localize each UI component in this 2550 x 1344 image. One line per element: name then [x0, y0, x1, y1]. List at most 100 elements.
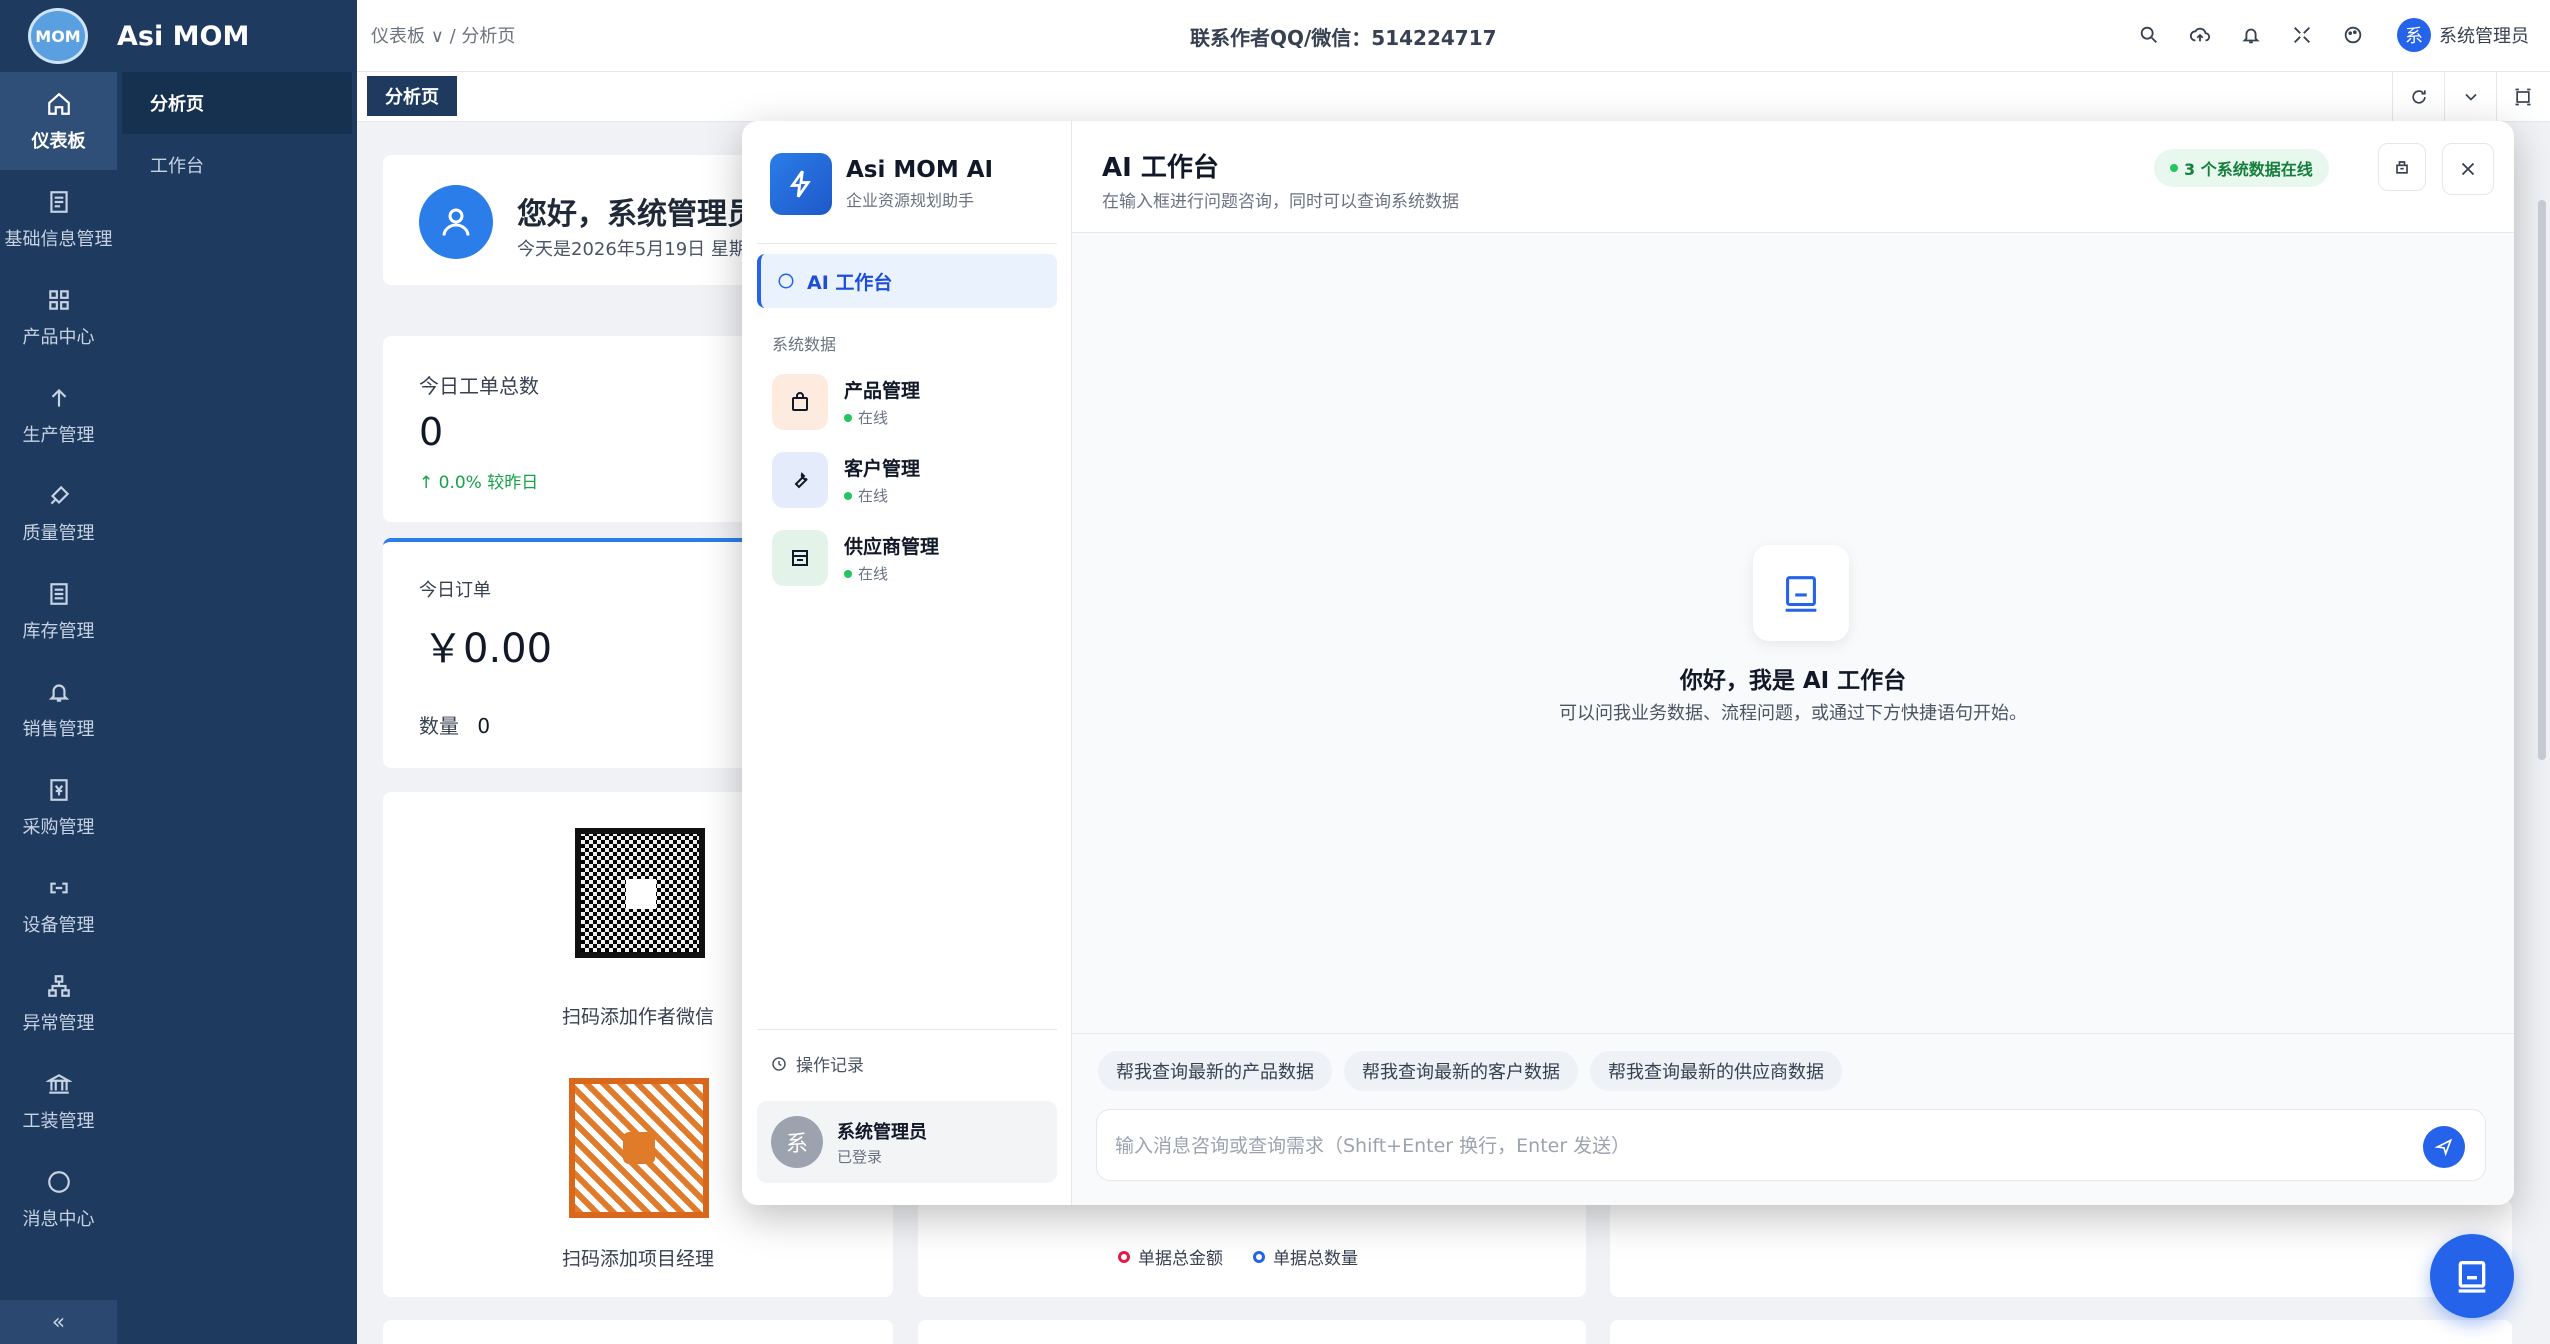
legend-marker	[1253, 1250, 1265, 1263]
stat-label: 今日订单	[419, 580, 491, 601]
rail-item-label: 采购管理	[22, 817, 95, 838]
link-icon	[44, 873, 74, 903]
submenu-item-analysis[interactable]: 分析页	[122, 72, 352, 134]
clear-chat-button[interactable]	[2378, 143, 2426, 191]
stat-value: 0	[419, 410, 444, 454]
tab-analysis[interactable]: 分析页	[367, 76, 457, 116]
maximize-icon[interactable]	[2496, 72, 2548, 122]
submenu-item-workbench[interactable]: 工作台	[122, 134, 352, 196]
legend-marker	[1118, 1250, 1130, 1263]
history-label: 操作记录	[796, 1056, 864, 1076]
ai-assistant-fab[interactable]	[2430, 1234, 2514, 1318]
store-icon	[772, 530, 828, 586]
status-text: 在线	[858, 487, 889, 505]
tree-icon	[44, 971, 74, 1001]
rail-item-production[interactable]: 生产管理	[0, 366, 117, 464]
quick-prompt-products[interactable]: 帮我查询最新的产品数据	[1098, 1051, 1332, 1091]
system-supplier[interactable]: 供应商管理 在线	[772, 527, 1052, 589]
rail-item-equipment[interactable]: 设备管理	[0, 856, 117, 954]
workbench-desc: 在输入框进行问题咨询，同时可以查询系统数据	[1102, 192, 1459, 212]
search-icon[interactable]	[2134, 20, 2164, 50]
bell-icon	[44, 677, 74, 707]
list-icon	[44, 579, 74, 609]
rail-item-basic-info[interactable]: 基础信息管理	[0, 170, 117, 268]
rail-item-tooling[interactable]: 工装管理	[0, 1052, 117, 1150]
rail-item-quality[interactable]: 质量管理	[0, 464, 117, 562]
system-customer[interactable]: 客户管理 在线	[772, 449, 1052, 511]
rail-item-label: 设备管理	[22, 915, 95, 936]
welcome-subtitle: 可以问我业务数据、流程问题，或通过下方快捷语句开始。	[1559, 703, 2027, 724]
assistant-header: AI 工作台 在输入框进行问题咨询，同时可以查询系统数据 3 个系统数据在线	[1072, 121, 2514, 233]
rail-item-dashboard[interactable]: 仪表板	[0, 72, 117, 170]
bank-icon	[44, 1069, 74, 1099]
assistant-subtitle: 企业资源规划助手	[846, 191, 975, 210]
chat-icon	[778, 273, 794, 289]
assistant-user-card[interactable]: 系 系统管理员 已登录	[757, 1101, 1057, 1183]
send-icon	[2434, 1138, 2453, 1157]
system-status: 在线	[844, 407, 920, 428]
status-text: 在线	[858, 409, 889, 427]
assistant-name: Asi MOM AI	[846, 157, 994, 183]
history-link[interactable]: 操作记录	[770, 1051, 864, 1076]
assistant-main: AI 工作台 在输入框进行问题咨询，同时可以查询系统数据 3 个系统数据在线 你…	[1072, 121, 2514, 1205]
page-scrollbar[interactable]	[2538, 200, 2546, 760]
online-dot	[844, 569, 852, 578]
rail-item-label: 工装管理	[22, 1111, 95, 1132]
home-icon	[44, 89, 74, 119]
breadcrumb[interactable]: 仪表板 ∨ / 分析页	[371, 22, 515, 48]
rail-item-products[interactable]: 产品中心	[0, 268, 117, 366]
qty-value: 0	[477, 714, 491, 738]
system-name: 客户管理	[844, 458, 921, 480]
logo-area: MOM	[0, 0, 117, 72]
yen-icon	[44, 775, 74, 805]
welcome-title: 你好，我是 AI 工作台	[1679, 668, 1907, 694]
badge-text: 3 个系统数据在线	[2184, 160, 2313, 179]
workbench-title: AI 工作台	[1102, 153, 1219, 183]
cloud-upload-icon[interactable]	[2185, 20, 2215, 50]
legend-item[interactable]: 单据总数量	[1273, 1244, 1358, 1269]
palette-icon[interactable]	[2338, 20, 2368, 50]
refresh-icon[interactable]	[2392, 72, 2444, 122]
status-text: 在线	[858, 565, 889, 583]
assistant-brand: Asi MOM AI 企业资源规划助手	[770, 153, 993, 215]
online-dot	[2170, 164, 2178, 172]
rail-item-purchase[interactable]: 采购管理	[0, 758, 117, 856]
close-icon	[2461, 162, 2475, 176]
chat-icon	[44, 1167, 74, 1197]
quick-prompt-customers[interactable]: 帮我查询最新的客户数据	[1344, 1051, 1578, 1091]
qty-label: 数量	[419, 714, 459, 738]
bell-icon[interactable]	[2236, 20, 2266, 50]
user-name: 系统管理员	[2439, 26, 2529, 47]
rail-item-label: 仪表板	[31, 131, 86, 152]
legend-item[interactable]: 单据总金额	[1138, 1244, 1223, 1269]
send-button[interactable]	[2423, 1126, 2465, 1168]
user-state: 已登录	[837, 1147, 883, 1166]
brand-text: Asi MOM	[117, 20, 250, 52]
user-menu[interactable]: 系 系统管理员	[2397, 18, 2529, 52]
quick-prompt-suppliers[interactable]: 帮我查询最新的供应商数据	[1590, 1051, 1842, 1091]
online-dot	[844, 413, 852, 422]
app-logo[interactable]: MOM	[28, 8, 88, 64]
submenu-panel: Asi MOM 分析页 工作台	[117, 0, 357, 1344]
rail-item-messages[interactable]: 消息中心	[0, 1150, 117, 1248]
rail-item-inventory[interactable]: 库存管理	[0, 562, 117, 660]
top-bar: 仪表板 ∨ / 分析页 联系作者QQ/微信：514224717 系 系统管理员	[357, 0, 2550, 72]
rail-item-exceptions[interactable]: 异常管理	[0, 954, 117, 1052]
online-badge: 3 个系统数据在线	[2154, 149, 2329, 187]
fullscreen-icon[interactable]	[2287, 20, 2317, 50]
rail-item-sales[interactable]: 销售管理	[0, 660, 117, 758]
nav-ai-workbench[interactable]: AI 工作台	[757, 254, 1057, 308]
arrow-up-icon	[44, 383, 74, 413]
chat-input[interactable]	[1115, 1128, 2395, 1164]
user-name: 系统管理员	[837, 1121, 927, 1143]
section-label: 系统数据	[772, 335, 837, 354]
date-text: 今天是2026年5月19日 星期	[517, 239, 747, 260]
brand-title: Asi MOM	[117, 0, 357, 72]
broom-icon	[2396, 161, 2408, 174]
system-product[interactable]: 产品管理 在线	[772, 371, 1052, 433]
user-icon	[419, 185, 493, 259]
collapse-sidebar-button[interactable]: «	[0, 1300, 117, 1344]
order-amount: ￥0.00	[423, 626, 553, 672]
chevron-down-icon[interactable]	[2444, 72, 2496, 122]
close-button[interactable]	[2442, 143, 2494, 195]
